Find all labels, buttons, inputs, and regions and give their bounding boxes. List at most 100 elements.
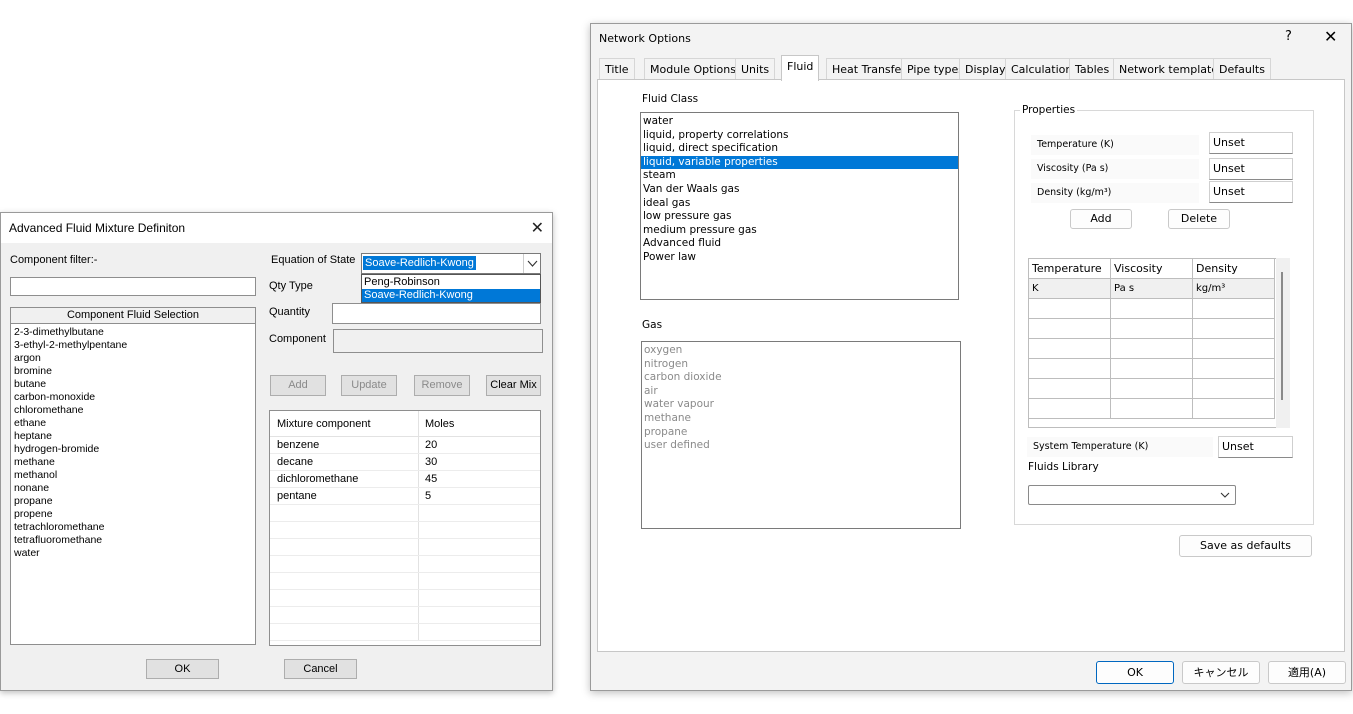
list-item[interactable]: water [11, 547, 255, 560]
column-header[interactable]: Mixture component [270, 411, 419, 436]
chevron-down-icon[interactable] [1219, 487, 1231, 506]
list-item[interactable]: medium pressure gas [641, 224, 958, 238]
table-cell [270, 505, 419, 521]
list-item[interactable]: carbon-monoxide [11, 391, 255, 404]
fluids-library-select[interactable] [1028, 485, 1236, 505]
temperature-value-input[interactable]: Unset [1209, 132, 1293, 154]
cancel-button[interactable]: キャンセル [1182, 661, 1260, 684]
list-item[interactable]: argon [11, 352, 255, 365]
list-item[interactable]: hydrogen-bromide [11, 443, 255, 456]
list-item[interactable]: methane [642, 412, 960, 426]
table-row[interactable] [270, 624, 540, 641]
list-item[interactable]: water [641, 115, 958, 129]
clear-mix-button[interactable]: Clear Mix [486, 375, 541, 396]
list-item[interactable]: liquid, property correlations [641, 129, 958, 143]
list-item[interactable]: nonane [11, 482, 255, 495]
eos-combobox[interactable]: Soave-Redlich-Kwong [361, 253, 541, 274]
list-item[interactable]: ethane [11, 417, 255, 430]
ok-button[interactable]: OK [1096, 661, 1174, 684]
table-cell [1193, 339, 1275, 359]
list-item[interactable]: methanol [11, 469, 255, 482]
eos-dropdown-list[interactable]: Peng-Robinson Soave-Redlich-Kwong [361, 274, 541, 303]
table-row[interactable] [270, 556, 540, 573]
list-item[interactable]: low pressure gas [641, 210, 958, 224]
table-row[interactable] [270, 590, 540, 607]
eos-selected-value: Soave-Redlich-Kwong [363, 256, 476, 270]
list-item[interactable]: propane [642, 426, 960, 440]
properties-table-scrollbar[interactable] [1276, 258, 1290, 428]
eos-option[interactable]: Peng-Robinson [362, 276, 540, 289]
list-item[interactable]: user defined [642, 439, 960, 453]
tab-defaults[interactable]: Defaults [1213, 58, 1271, 80]
list-item[interactable]: propene [11, 508, 255, 521]
list-item[interactable]: 2-3-dimethylbutane [11, 326, 255, 339]
tab-title[interactable]: Title [599, 58, 635, 80]
list-item[interactable]: heptane [11, 430, 255, 443]
density-value-input[interactable]: Unset [1209, 181, 1293, 203]
tab-display[interactable]: Display [959, 58, 1012, 80]
scrollbar-thumb[interactable] [1281, 272, 1283, 400]
close-icon[interactable]: ✕ [1324, 27, 1337, 46]
delete-property-button[interactable]: Delete [1168, 209, 1230, 229]
add-button[interactable]: Add [270, 375, 326, 396]
list-item[interactable]: ideal gas [641, 197, 958, 211]
list-item[interactable]: propane [11, 495, 255, 508]
list-item[interactable]: carbon dioxide [642, 371, 960, 385]
system-temperature-input[interactable]: Unset [1218, 436, 1293, 458]
tab-fluid[interactable]: Fluid [781, 55, 820, 81]
component-filter-input[interactable] [10, 277, 256, 296]
list-item[interactable]: Van der Waals gas [641, 183, 958, 197]
list-item[interactable]: water vapour [642, 398, 960, 412]
add-property-button[interactable]: Add [1070, 209, 1132, 229]
tab-calculation[interactable]: Calculation [1005, 58, 1079, 80]
table-row[interactable] [270, 573, 540, 590]
cancel-button[interactable]: Cancel [284, 659, 357, 679]
list-item[interactable]: steam [641, 169, 958, 183]
apply-button[interactable]: 適用(A) [1268, 661, 1346, 684]
table-row[interactable] [270, 607, 540, 624]
tab-module-options[interactable]: Module Options [644, 58, 742, 80]
list-item[interactable]: liquid, variable properties [641, 155, 958, 170]
close-icon[interactable]: ✕ [531, 218, 544, 238]
table-row[interactable]: benzene 20 [270, 437, 540, 454]
list-item[interactable]: tetrafluoromethane [11, 534, 255, 547]
tab-units[interactable]: Units [735, 58, 776, 80]
table-row[interactable]: dichloromethane 45 [270, 471, 540, 488]
list-item[interactable]: 3-ethyl-2-methylpentane [11, 339, 255, 352]
component-field[interactable] [333, 329, 543, 353]
help-icon[interactable]: ? [1285, 29, 1292, 44]
gas-list[interactable]: oxygen nitrogen carbon dioxide air water vap… [641, 341, 961, 529]
mixture-table[interactable]: Mixture component Moles benzene 20 decane 30 d… [269, 410, 541, 646]
list-item[interactable]: chloromethane [11, 404, 255, 417]
list-item[interactable]: oxygen [642, 344, 960, 358]
ok-button[interactable]: OK [146, 659, 219, 679]
viscosity-value-input[interactable]: Unset [1209, 158, 1293, 180]
list-item[interactable]: nitrogen [642, 358, 960, 372]
component-list[interactable]: 2-3-dimethylbutane 3-ethyl-2-methylpentan… [10, 323, 256, 645]
table-row[interactable] [270, 539, 540, 556]
tab-heat-transfer[interactable]: Heat Transfer [826, 58, 912, 80]
list-item[interactable]: bromine [11, 365, 255, 378]
list-item[interactable]: Advanced fluid [641, 237, 958, 251]
table-cell [1029, 379, 1111, 399]
save-as-defaults-button[interactable]: Save as defaults [1179, 535, 1312, 557]
list-item[interactable]: air [642, 385, 960, 399]
table-row[interactable] [270, 505, 540, 522]
table-row[interactable]: decane 30 [270, 454, 540, 471]
eos-option[interactable]: Soave-Redlich-Kwong [362, 289, 540, 302]
list-item[interactable]: butane [11, 378, 255, 391]
list-item[interactable]: liquid, direct specification [641, 142, 958, 156]
remove-button[interactable]: Remove [414, 375, 470, 396]
table-row[interactable]: pentane 5 [270, 488, 540, 505]
table-row[interactable] [270, 522, 540, 539]
update-button[interactable]: Update [341, 375, 397, 396]
list-item[interactable]: Power law [641, 251, 958, 265]
properties-table[interactable]: Temperature Viscosity Density K Pa s kg/m³ [1028, 258, 1290, 428]
column-header[interactable]: Moles [419, 411, 540, 436]
list-item[interactable]: methane [11, 456, 255, 469]
quantity-input[interactable] [332, 303, 541, 324]
chevron-down-icon[interactable] [523, 254, 540, 273]
fluid-class-list[interactable]: water liquid, property correlations liquid… [640, 112, 959, 300]
tab-tables[interactable]: Tables [1069, 58, 1116, 80]
list-item[interactable]: tetrachloromethane [11, 521, 255, 534]
